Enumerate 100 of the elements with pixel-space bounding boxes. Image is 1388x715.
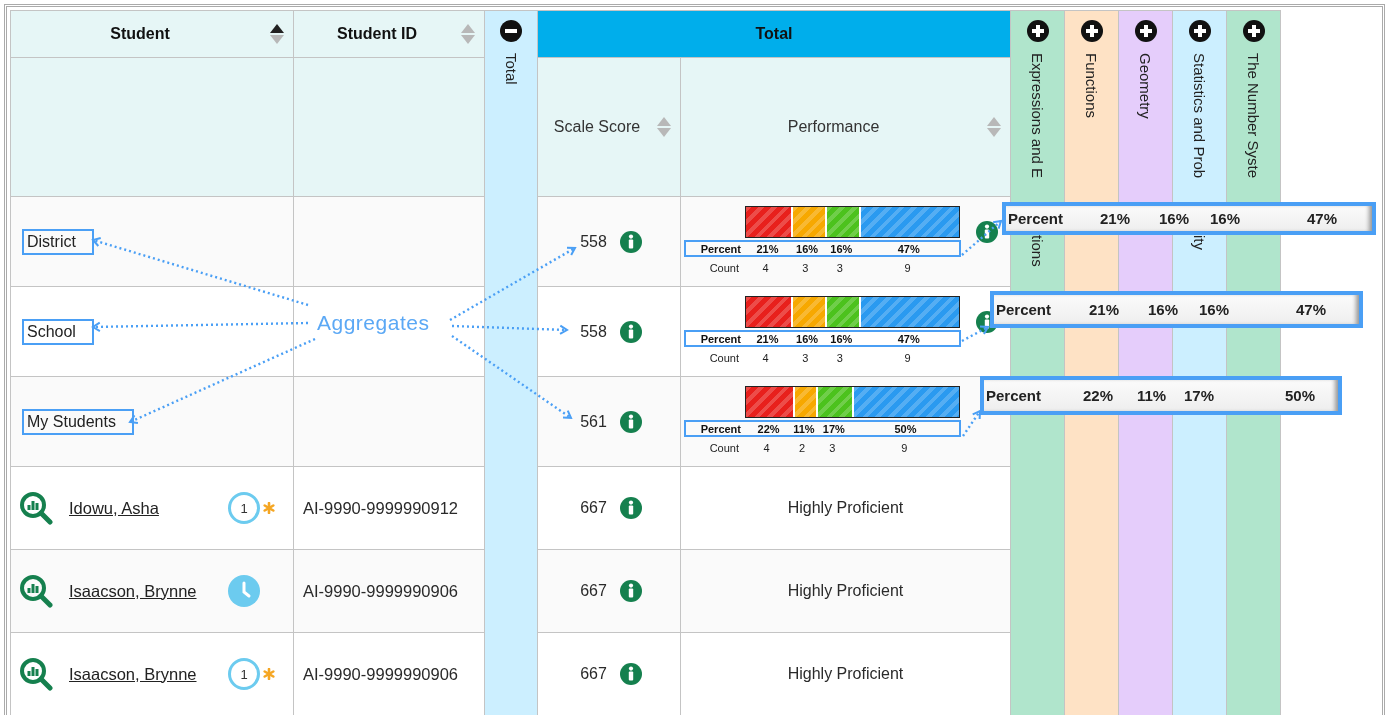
count-value: 3 (801, 351, 810, 364)
collapse-icon[interactable] (500, 20, 522, 42)
magnifier-chart-icon[interactable] (19, 491, 53, 525)
scale-score: 558 (580, 322, 607, 341)
info-icon[interactable] (619, 580, 642, 602)
column-title: Total (503, 53, 519, 85)
callout-label: Percent (1008, 210, 1065, 227)
callout-value: 21% (1100, 210, 1132, 227)
row-label: Percent (699, 242, 742, 255)
scale-score: 561 (580, 412, 607, 431)
count-value: 3 (835, 351, 844, 364)
expand-icon[interactable] (1188, 20, 1211, 42)
column-header[interactable]: Student (11, 11, 293, 57)
annotation-label: Aggregates (317, 311, 430, 335)
sort-icon[interactable] (269, 23, 285, 45)
student-name-link[interactable]: Isaacson, Brynne (69, 664, 228, 684)
column-title: tions (1030, 235, 1045, 267)
magnifier-chart-icon[interactable] (19, 657, 53, 691)
info-icon[interactable] (619, 663, 642, 685)
callout-value: 22% (1083, 387, 1115, 404)
percent-value: 21% (755, 332, 780, 345)
count-value: 4 (762, 441, 771, 454)
percent-value: 22% (756, 422, 781, 435)
row-label: Count (708, 261, 740, 274)
info-icon[interactable] (976, 221, 998, 243)
performance-level: Highly Proficient (787, 499, 904, 517)
percent-value: 47% (896, 242, 921, 255)
column-title: Scale Score (552, 118, 642, 136)
magnifier-chart-icon[interactable] (19, 574, 53, 608)
column-title: Expressions and E (1030, 53, 1045, 181)
callout-value: 16% (1210, 210, 1242, 227)
column-title: Student (109, 25, 171, 43)
count-value: 4 (761, 351, 770, 364)
percent-value: 47% (896, 332, 921, 345)
student-id: AI-9990-9999990912 (303, 498, 459, 518)
asterisk-icon (263, 668, 275, 680)
row-label: Count (708, 351, 740, 364)
student-id: AI-9990-9999990906 (303, 664, 459, 684)
column-header[interactable]: Performance (681, 58, 1010, 196)
count-value: 3 (835, 261, 844, 274)
callout-value: 47% (1296, 301, 1327, 318)
aggregate-label: School (22, 318, 94, 345)
percent-value: 17% (821, 422, 846, 435)
scale-score: 558 (580, 232, 607, 251)
callout-value: 16% (1159, 210, 1191, 227)
callout-value: 11% (1137, 387, 1168, 404)
row-label: Percent (699, 422, 742, 435)
percent-value: 21% (755, 242, 780, 255)
aggregate-label: My Students (22, 408, 134, 435)
count-value: 4 (761, 261, 770, 274)
percent-value: 50% (893, 422, 918, 435)
column-header[interactable]: Scale Score (538, 58, 680, 196)
percent-value: 16% (829, 242, 854, 255)
row-label: Count (708, 441, 740, 454)
asterisk-icon (263, 502, 275, 514)
expand-icon[interactable] (1242, 20, 1265, 42)
count-value: 3 (801, 261, 810, 274)
column-title: ity (1192, 235, 1207, 250)
group-title: Total (755, 25, 793, 43)
info-icon[interactable] (619, 497, 642, 519)
count-value: 9 (903, 351, 912, 364)
column-title: Performance (786, 118, 881, 136)
student-id: AI-9990-9999990906 (303, 581, 459, 601)
count-value: 9 (900, 441, 909, 454)
percent-value: 16% (829, 332, 854, 345)
callout-value: 16% (1148, 301, 1180, 318)
count-value: 2 (798, 441, 807, 454)
aggregate-label: District (22, 228, 94, 255)
row-label: Percent (699, 332, 742, 345)
column-header[interactable]: Student ID (294, 11, 484, 57)
student-name-link[interactable]: Idowu, Asha (69, 498, 228, 518)
callout-value: 50% (1285, 387, 1316, 404)
info-icon[interactable] (619, 410, 642, 433)
callout-label: Percent (986, 387, 1043, 404)
callout-value: 16% (1199, 301, 1231, 318)
info-icon[interactable] (619, 230, 642, 253)
percent-value: 11% (792, 422, 816, 435)
scale-score: 667 (580, 665, 607, 683)
info-icon[interactable] (619, 320, 642, 343)
column-title: Functions (1084, 53, 1099, 121)
callout-value: 17% (1184, 387, 1216, 404)
expand-icon[interactable] (1080, 20, 1103, 42)
scale-score: 667 (580, 499, 607, 517)
percent-value: 16% (795, 242, 820, 255)
student-name-link[interactable]: Isaacson, Brynne (69, 581, 228, 601)
column-title: Statistics and Prob (1192, 53, 1207, 181)
column-title: The Number Syste (1246, 53, 1261, 181)
expand-icon[interactable] (1026, 20, 1049, 42)
clock-icon (228, 575, 260, 607)
column-title: Student ID (336, 25, 418, 43)
percent-value: 16% (795, 332, 820, 345)
callout-value: 21% (1089, 301, 1121, 318)
count-value: 3 (828, 441, 837, 454)
performance-level: Highly Proficient (787, 582, 904, 600)
expand-icon[interactable] (1134, 20, 1157, 42)
performance-level: Highly Proficient (787, 665, 904, 683)
scale-score: 667 (580, 582, 607, 600)
callout-label: Percent (996, 301, 1053, 318)
column-title: Geometry (1138, 53, 1153, 121)
count-badge: 1 (228, 492, 260, 524)
